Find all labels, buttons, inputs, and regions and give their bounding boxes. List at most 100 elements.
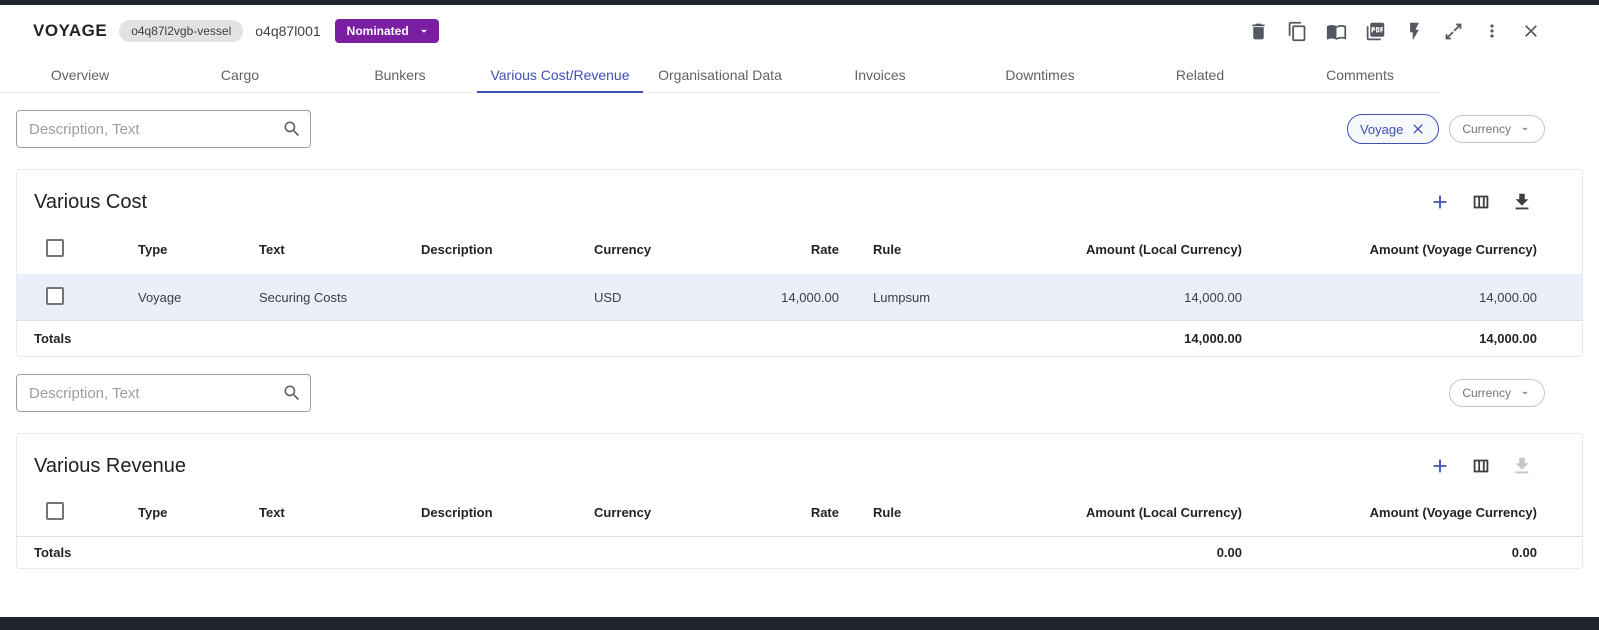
tab-label: Bunkers: [374, 67, 425, 83]
log-book-icon[interactable]: [1324, 19, 1348, 43]
col-type: Type: [138, 242, 259, 257]
col-text: Text: [259, 242, 421, 257]
row-checkbox[interactable]: [46, 287, 64, 305]
cost-totals-row: Totals 14,000.00 14,000.00: [17, 320, 1582, 356]
cell-type: Voyage: [138, 290, 259, 305]
cost-search-input[interactable]: [29, 121, 282, 138]
cost-table-row[interactable]: Voyage Securing Costs USD 14,000.00 Lump…: [17, 274, 1582, 320]
chevron-down-icon: [1518, 386, 1532, 400]
various-cost-actions: [1428, 190, 1534, 214]
voyage-window: VOYAGE o4q87l2vgb-vessel o4q87l001 Nomin…: [0, 0, 1599, 630]
totals-amount-voyage: 14,000.00: [1242, 331, 1582, 346]
download-icon[interactable]: [1510, 190, 1534, 214]
tab-label: Invoices: [854, 67, 905, 83]
row-checkbox-cell: [17, 287, 138, 308]
various-cost-card: Various Cost Type Text Description Curre…: [16, 169, 1583, 357]
expand-fullscreen-icon[interactable]: [1441, 19, 1465, 43]
tab-cargo[interactable]: Cargo: [160, 57, 320, 92]
totals-label: Totals: [17, 545, 1039, 560]
header-checkbox-cell: [17, 239, 138, 260]
col-currency: Currency: [594, 242, 717, 257]
close-icon[interactable]: [1519, 19, 1543, 43]
tab-organisational-data[interactable]: Organisational Data: [640, 57, 800, 92]
tab-related[interactable]: Related: [1120, 57, 1280, 92]
revenue-currency-chip-label: Currency: [1462, 386, 1511, 400]
select-all-checkbox[interactable]: [46, 239, 64, 257]
various-cost-title: Various Cost: [34, 191, 147, 214]
tab-label: Related: [1176, 67, 1224, 83]
col-amount-voyage: Amount (Voyage Currency): [1242, 505, 1582, 520]
pdf-export-icon[interactable]: [1363, 19, 1387, 43]
revenue-filter-row: Currency: [0, 374, 1599, 412]
tab-various-cost-revenue[interactable]: Various Cost/Revenue: [480, 57, 640, 92]
tab-invoices[interactable]: Invoices: [800, 57, 960, 92]
page-title: VOYAGE: [33, 21, 107, 41]
search-icon[interactable]: [282, 119, 302, 139]
cost-table-header: Type Text Description Currency Rate Rule…: [17, 224, 1582, 274]
remove-filter-icon[interactable]: [1410, 121, 1426, 137]
window-header: VOYAGE o4q87l2vgb-vessel o4q87l001 Nomin…: [0, 5, 1599, 57]
revenue-search-input[interactable]: [29, 385, 282, 402]
cost-filter-row: Voyage Currency: [0, 110, 1599, 148]
various-revenue-card: Various Revenue Type Text Description Cu…: [16, 433, 1583, 569]
search-icon[interactable]: [282, 383, 302, 403]
tab-overview[interactable]: Overview: [0, 57, 160, 92]
col-text: Text: [259, 505, 421, 520]
totals-label: Totals: [17, 331, 1039, 346]
col-amount-voyage: Amount (Voyage Currency): [1242, 242, 1582, 257]
download-icon: [1510, 454, 1534, 478]
add-revenue-icon[interactable]: [1428, 454, 1452, 478]
cell-amount-voyage: 14,000.00: [1242, 290, 1582, 305]
voyage-filter-chip-label: Voyage: [1360, 122, 1403, 137]
col-currency: Currency: [594, 505, 717, 520]
col-amount-local: Amount (Local Currency): [1039, 505, 1242, 520]
column-settings-icon[interactable]: [1469, 190, 1493, 214]
various-revenue-actions: [1428, 454, 1534, 478]
tab-comments[interactable]: Comments: [1280, 57, 1440, 92]
various-revenue-title: Various Revenue: [34, 455, 186, 478]
cost-currency-chip-label: Currency: [1462, 122, 1511, 136]
chevron-down-icon: [1518, 122, 1532, 136]
col-rate: Rate: [717, 242, 839, 257]
tab-label: Various Cost/Revenue: [490, 67, 629, 83]
more-options-icon[interactable]: [1480, 19, 1504, 43]
window-chrome-bottom: [0, 617, 1599, 630]
cost-search-box: [16, 110, 311, 148]
flash-actions-icon[interactable]: [1402, 19, 1426, 43]
add-cost-icon[interactable]: [1428, 190, 1452, 214]
voyage-filter-chip[interactable]: Voyage: [1347, 114, 1439, 144]
cost-currency-chip[interactable]: Currency: [1449, 115, 1545, 143]
column-settings-icon[interactable]: [1469, 454, 1493, 478]
header-checkbox-cell: [17, 502, 138, 523]
col-rule: Rule: [839, 505, 1039, 520]
various-cost-header: Various Cost: [17, 170, 1582, 224]
revenue-search-box: [16, 374, 311, 412]
tab-label: Overview: [51, 67, 109, 83]
revenue-table-header: Type Text Description Currency Rate Rule…: [17, 488, 1582, 536]
voyage-id: o4q87l001: [255, 23, 320, 39]
cell-rule: Lumpsum: [839, 290, 1039, 305]
col-rate: Rate: [717, 505, 839, 520]
header-actions: [1246, 19, 1543, 43]
tab-label: Comments: [1326, 67, 1394, 83]
cell-rate: 14,000.00: [717, 290, 839, 305]
tab-bunkers[interactable]: Bunkers: [320, 57, 480, 92]
cell-currency: USD: [594, 290, 717, 305]
totals-amount-voyage: 0.00: [1242, 545, 1582, 560]
delete-icon[interactable]: [1246, 19, 1270, 43]
cell-amount-local: 14,000.00: [1039, 290, 1242, 305]
revenue-currency-chip[interactable]: Currency: [1449, 379, 1545, 407]
tab-downtimes[interactable]: Downtimes: [960, 57, 1120, 92]
status-badge-label: Nominated: [347, 24, 409, 38]
chevron-down-icon: [417, 24, 431, 38]
col-amount-local: Amount (Local Currency): [1039, 242, 1242, 257]
various-revenue-header: Various Revenue: [17, 434, 1582, 488]
col-description: Description: [421, 242, 594, 257]
status-badge-dropdown[interactable]: Nominated: [335, 19, 439, 43]
copy-icon[interactable]: [1285, 19, 1309, 43]
select-all-checkbox[interactable]: [46, 502, 64, 520]
totals-amount-local: 0.00: [1039, 545, 1242, 560]
tab-label: Downtimes: [1005, 67, 1074, 83]
vessel-chip: o4q87l2vgb-vessel: [119, 20, 243, 42]
col-description: Description: [421, 505, 594, 520]
